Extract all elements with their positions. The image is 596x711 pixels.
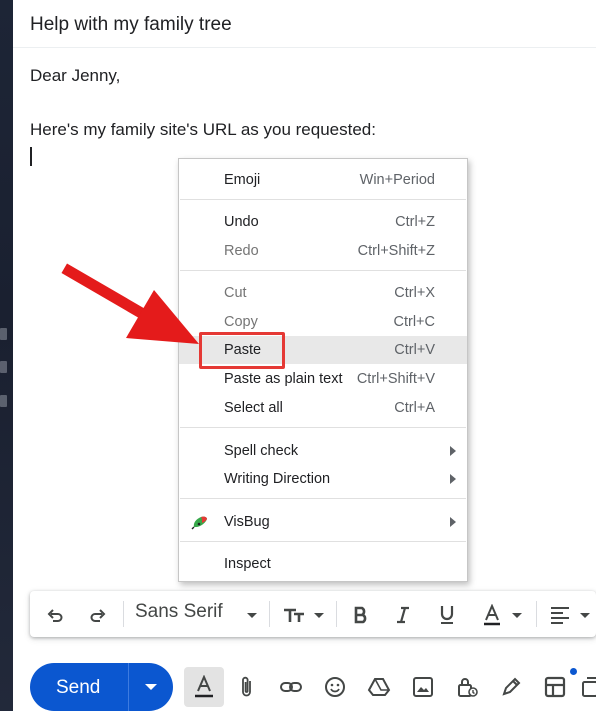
send-button[interactable]: Send [56,677,100,699]
formatting-toolbar: Sans Serif [30,591,596,637]
send-button-group: Send [30,663,173,711]
chevron-down-icon[interactable] [510,602,524,628]
text-color-icon[interactable] [479,602,505,628]
chevron-down-icon[interactable] [245,602,259,628]
attach-icon[interactable] [234,674,260,700]
send-options-button[interactable] [129,663,173,711]
more-icon[interactable] [580,674,596,700]
drive-icon[interactable] [366,674,392,700]
chevron-down-icon[interactable] [578,602,592,628]
new-feature-dot [570,668,577,675]
undo-icon[interactable] [42,602,68,628]
layout-icon[interactable] [542,674,568,700]
align-icon[interactable] [547,602,573,628]
toolbar-separator [123,601,124,627]
toolbar-separator [536,601,537,627]
underline-icon[interactable] [434,602,460,628]
link-icon[interactable] [278,674,304,700]
emoji-icon[interactable] [322,674,348,700]
toolbar-separator [269,601,270,627]
bold-icon[interactable] [348,602,374,628]
font-family-select[interactable]: Sans Serif [135,601,223,623]
signature-icon[interactable] [498,674,524,700]
italic-icon[interactable] [390,602,416,628]
confidential-icon[interactable] [454,674,480,700]
formatting-icon[interactable] [191,674,217,700]
chevron-down-icon [145,684,157,690]
font-size-icon[interactable] [280,602,310,628]
photo-icon[interactable] [410,674,436,700]
chevron-down-icon[interactable] [312,602,326,628]
redo-icon[interactable] [85,602,111,628]
toolbar-separator [336,601,337,627]
